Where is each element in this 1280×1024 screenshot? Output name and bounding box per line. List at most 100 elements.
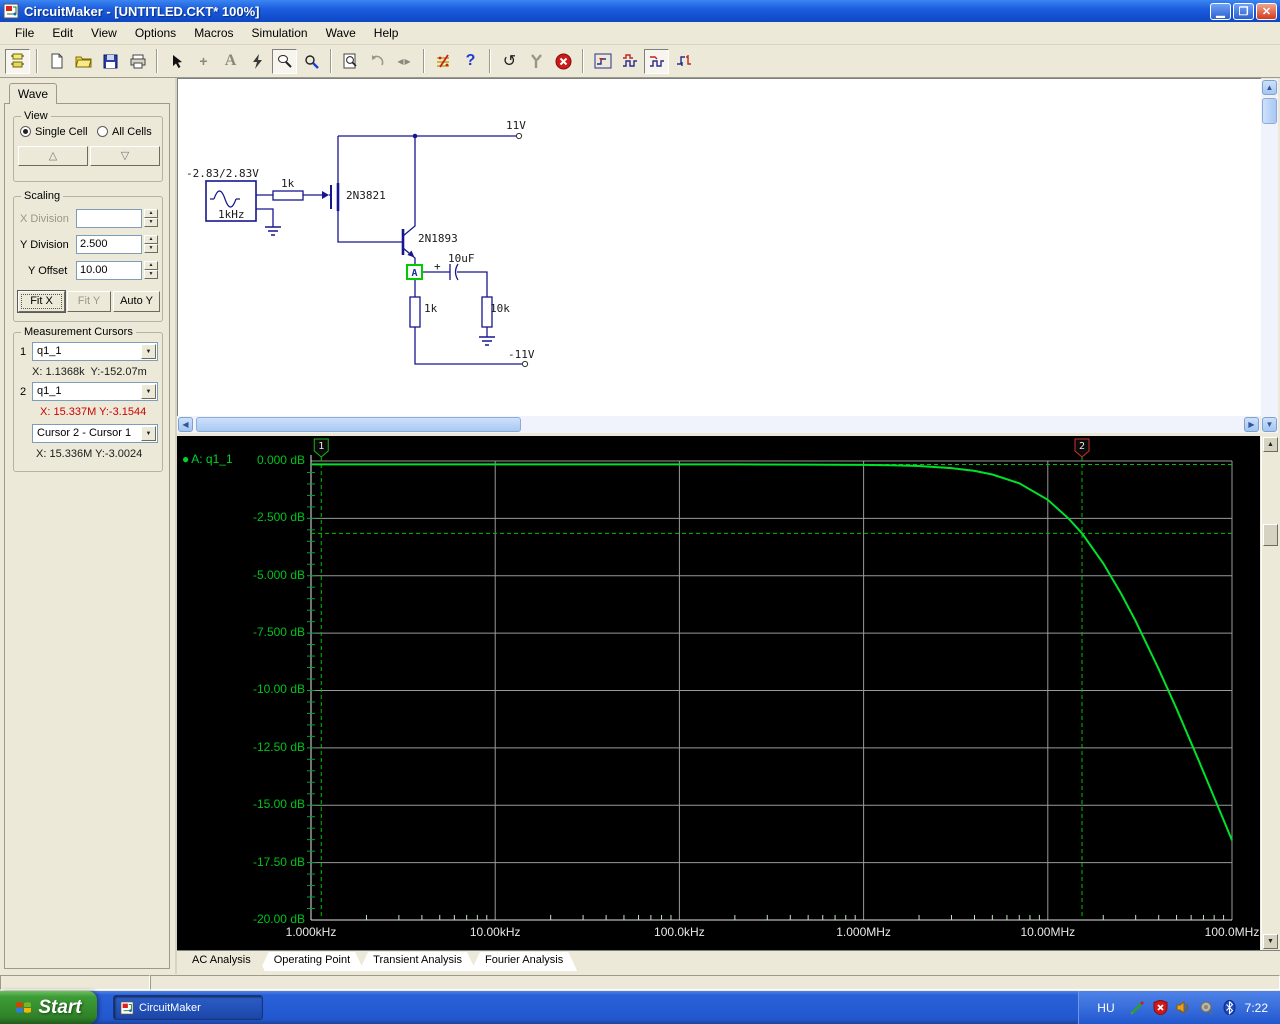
delete-tool-button[interactable]	[245, 49, 270, 74]
save-button[interactable]	[98, 49, 123, 74]
x-axis-tick-label: 10.00kHz	[453, 925, 537, 939]
audio-device-icon[interactable]	[1199, 1000, 1215, 1016]
ac-analysis-button[interactable]	[644, 49, 669, 74]
spin-up-icon[interactable]: ▲	[144, 261, 158, 270]
analyses-setup-button[interactable]	[671, 49, 696, 74]
restore-button[interactable]: ❐	[1233, 3, 1254, 20]
transient-analysis-button[interactable]	[617, 49, 642, 74]
menu-edit[interactable]: Edit	[43, 23, 82, 43]
x-axis-tick-label: 100.0kHz	[637, 925, 721, 939]
wire-editor-button[interactable]	[431, 49, 456, 74]
y-offset-spinner[interactable]: ▲▼	[144, 261, 158, 279]
schematic-v-scrollbar[interactable]: ▲ ▼	[1261, 79, 1278, 433]
cursor-diff-select[interactable]: Cursor 2 - Cursor 1 ▼	[32, 424, 158, 443]
dc-analysis-button[interactable]	[590, 49, 615, 74]
cursor-flag-1[interactable]: 1	[314, 439, 328, 457]
menu-view[interactable]: View	[82, 23, 126, 43]
schematic-h-scrollbar[interactable]: ◀ ▶	[177, 416, 1260, 433]
menu-help[interactable]: Help	[365, 23, 408, 43]
waveform-plot[interactable]: 12 ●A: q1_1 0.000 dB-2.500 dB-5.000 dB-7…	[177, 436, 1260, 950]
scroll-up-icon[interactable]: ▲	[1262, 80, 1277, 95]
plot-v-scrollbar[interactable]: ▲ ▼	[1261, 436, 1278, 950]
y-axis-tick-label: -15.00 dB	[177, 797, 305, 811]
menu-file[interactable]: File	[6, 23, 43, 43]
tab-operating-point[interactable]: Operating Point	[260, 952, 364, 971]
tab-ac-analysis[interactable]: AC Analysis	[178, 952, 265, 971]
help-button[interactable]: ?	[458, 49, 483, 74]
cursor-flag-2[interactable]: 2	[1075, 439, 1089, 457]
new-file-button[interactable]	[44, 49, 69, 74]
single-cell-radio[interactable]: Single Cell	[20, 126, 88, 138]
menu-wave[interactable]: Wave	[317, 23, 365, 43]
menu-options[interactable]: Options	[126, 23, 185, 43]
plot-scroll-thumb[interactable]	[1263, 524, 1278, 546]
tab-label: Operating Point	[274, 954, 350, 966]
auto-y-button[interactable]: Auto Y	[113, 291, 160, 312]
v-scroll-thumb[interactable]	[1262, 98, 1277, 124]
stop-simulation-button[interactable]	[551, 49, 576, 74]
chevron-down-icon[interactable]: ▼	[141, 384, 156, 399]
scaling-group: Scaling X Division ▲▼ Y Division 2.500 ▲…	[13, 196, 163, 322]
minimize-button[interactable]: ▁	[1210, 3, 1231, 20]
bluetooth-icon[interactable]	[1222, 1000, 1238, 1016]
scroll-right-icon[interactable]: ▶	[1244, 417, 1259, 432]
spin-up-icon[interactable]: ▲	[144, 209, 158, 218]
y-axis-tick-label: -17.50 dB	[177, 855, 305, 869]
start-button[interactable]: Start	[0, 991, 97, 1024]
chevron-down-icon[interactable]: ▼	[141, 426, 156, 441]
fit-y-button[interactable]: Fit Y	[67, 291, 111, 312]
tab-fourier-analysis[interactable]: Fourier Analysis	[471, 952, 577, 971]
x-division-input[interactable]	[76, 209, 142, 228]
menu-simulation[interactable]: Simulation	[243, 23, 317, 43]
open-file-button[interactable]	[71, 49, 96, 74]
probe-tool-button[interactable]	[272, 49, 297, 74]
x-division-spinner[interactable]: ▲▼	[144, 209, 158, 227]
parts-browser-button[interactable]	[5, 49, 30, 74]
menu-macros[interactable]: Macros	[185, 23, 242, 43]
tab-transient-analysis[interactable]: Transient Analysis	[359, 952, 476, 971]
sidebar-tab-wave[interactable]: Wave	[9, 83, 57, 104]
scroll-up-icon[interactable]: ▲	[1263, 437, 1278, 452]
language-indicator[interactable]: HU	[1089, 999, 1122, 1017]
mirror-button[interactable]: ◀▶	[392, 49, 417, 74]
y-offset-input[interactable]: 10.00	[76, 261, 142, 280]
scroll-left-icon[interactable]: ◀	[178, 417, 193, 432]
supply-neg-terminal	[522, 361, 527, 366]
find-part-button[interactable]	[338, 49, 363, 74]
taskbar-app-circuitmaker[interactable]: CircuitMaker	[113, 995, 263, 1020]
supply-neg-label: -11V	[508, 348, 535, 361]
pen-settings-icon[interactable]	[1130, 1000, 1146, 1016]
reset-simulation-button[interactable]: ↺	[497, 49, 522, 74]
scroll-down-icon[interactable]: ▼	[1262, 417, 1277, 432]
y-division-spinner[interactable]: ▲▼	[144, 235, 158, 253]
schematic-canvas[interactable]: A -2.83/2.83V 1kHz 1k 2N3821 2N1893 11V …	[177, 78, 1261, 416]
setup-tools-button[interactable]	[524, 49, 549, 74]
tab-label: Transient Analysis	[373, 954, 462, 966]
spin-down-icon[interactable]: ▼	[144, 244, 158, 253]
spin-down-icon[interactable]: ▼	[144, 218, 158, 227]
all-cells-radio[interactable]: All Cells	[97, 126, 152, 138]
cursor2-signal-select[interactable]: q1_1 ▼	[32, 382, 158, 401]
scroll-down-icon[interactable]: ▼	[1263, 934, 1278, 949]
chevron-down-icon[interactable]: ▼	[141, 344, 156, 359]
wire-plus-tool-button[interactable]: +	[191, 49, 216, 74]
security-alert-icon[interactable]	[1153, 1000, 1169, 1016]
next-cell-button[interactable]: ▽	[90, 146, 160, 166]
close-button[interactable]: ✕	[1256, 3, 1277, 20]
circuitmaker-window: CircuitMaker - [UNTITLED.CKT* 100%] ▁ ❐ …	[0, 0, 1280, 1024]
zoom-tool-button[interactable]	[299, 49, 324, 74]
volume-icon[interactable]	[1176, 1000, 1192, 1016]
fit-x-button[interactable]: Fit X	[18, 291, 65, 312]
y-division-input[interactable]: 2.500	[76, 235, 142, 254]
rotate-button[interactable]	[365, 49, 390, 74]
text-tool-button[interactable]: A	[218, 49, 243, 74]
cursor-diff-readout: X: 15.336M Y:-3.0024	[36, 448, 142, 460]
print-button[interactable]	[125, 49, 150, 74]
clock[interactable]: 7:22	[1245, 1001, 1268, 1015]
previous-cell-button[interactable]: △	[18, 146, 88, 166]
select-arrow-tool-button[interactable]	[164, 49, 189, 74]
spin-down-icon[interactable]: ▼	[144, 270, 158, 279]
h-scroll-thumb[interactable]	[196, 417, 521, 432]
spin-up-icon[interactable]: ▲	[144, 235, 158, 244]
cursor1-signal-select[interactable]: q1_1 ▼	[32, 342, 158, 361]
